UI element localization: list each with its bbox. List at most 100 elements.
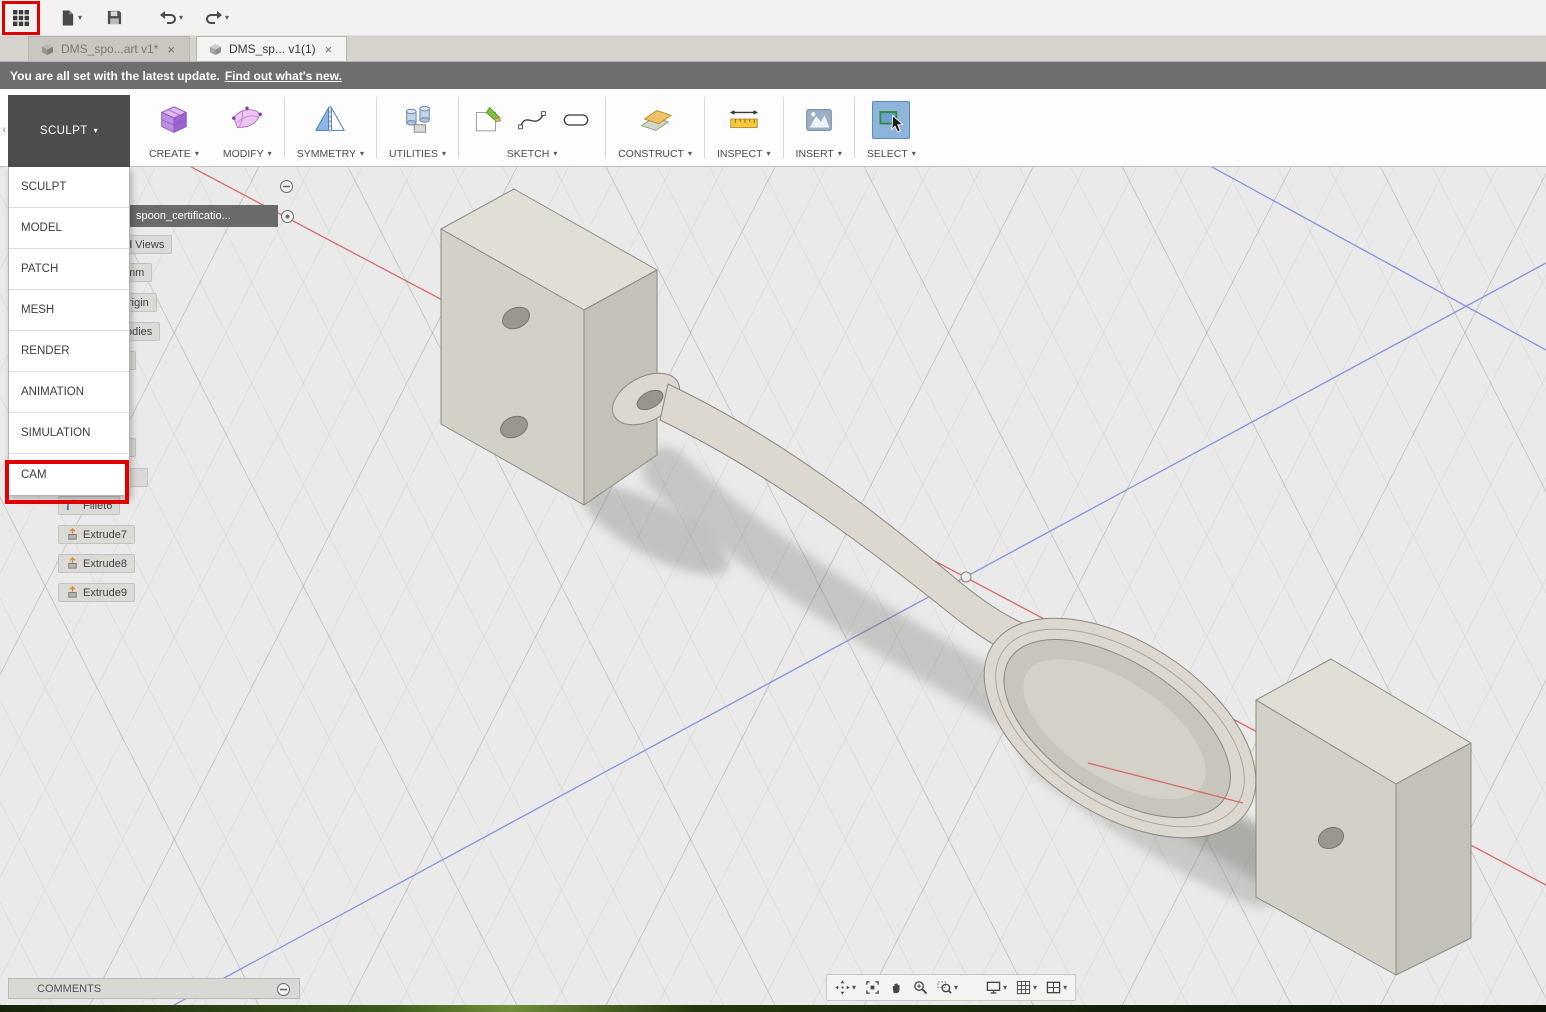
browser-item-extrude8[interactable]: Extrude8 [58,554,135,573]
viewports-button[interactable]: ▾ [1042,978,1071,997]
spoon-body[interactable] [604,363,1294,883]
display-settings-button[interactable]: ▾ [982,978,1011,997]
caret-down-icon: ▾ [268,150,272,158]
insert-icon[interactable] [800,101,838,139]
workspace-menu-item-patch[interactable]: PATCH [9,249,129,290]
create-icon[interactable] [155,101,193,139]
document-tab-1[interactable]: DMS_spo...art v1* × [28,36,190,61]
utilities-icon[interactable] [399,101,437,139]
comments-collapse-button[interactable] [276,982,291,1000]
whats-new-link[interactable]: Find out what's new. [225,69,342,83]
tab-label: DMS_spo...art v1* [61,42,158,56]
ribbon-group-label: SELECT [867,148,908,160]
caret-down-icon: ▾ [94,127,98,135]
menu-item-label: MODEL [21,222,62,234]
workspace-menu-item-render[interactable]: RENDER [9,331,129,372]
browser-item-label: Fillet6 [83,500,112,512]
zoom-button[interactable] [909,978,932,997]
extrude-icon [66,586,79,599]
browser-item-partial[interactable] [128,468,148,487]
pan-orbit-button[interactable]: ▾ [831,978,860,997]
fixture-block-1[interactable] [441,189,657,505]
ribbon-group-select[interactable]: SELECT▾ [855,89,928,166]
browser-item-fillet6[interactable]: Fillet6 [58,496,120,515]
comments-label: COMMENTS [37,983,101,995]
browser-collapse-button[interactable] [279,179,294,199]
browser-item-extrude7[interactable]: Extrude7 [58,525,135,544]
menu-item-label: SCULPT [21,181,66,193]
browser-item-label: Extrude8 [83,558,127,570]
ribbon-group-insert[interactable]: INSERT▾ [784,89,854,166]
document-cube-icon [41,43,54,56]
tab-close-icon[interactable]: × [323,42,335,57]
ribbon-group-label: INSPECT [717,148,763,160]
ribbon-group-construct[interactable]: CONSTRUCT▾ [606,89,704,166]
fit-view-button[interactable] [861,978,884,997]
file-icon [59,9,76,27]
utilities-cylinders-icon [401,103,435,137]
workspace-menu-item-animation[interactable]: ANIMATION [9,372,129,413]
workspace-menu-item-model[interactable]: MODEL [9,208,129,249]
minus-circle-icon [279,179,294,194]
ribbon-group-sketch[interactable]: SKETCH▾ [459,89,605,166]
sketch-slot-icon[interactable] [559,103,593,137]
undo-button[interactable]: ▾ [154,6,188,29]
select-icon[interactable] [872,101,910,139]
redo-button[interactable]: ▾ [200,6,234,29]
comments-bar[interactable]: COMMENTS [8,978,300,999]
ribbon-group-utilities[interactable]: UTILITIES▾ [377,89,458,166]
construct-icon[interactable] [636,101,674,139]
ribbon-group-inspect[interactable]: INSPECT▾ [705,89,783,166]
menu-item-label: MESH [21,304,54,316]
panel-collapse-arrow[interactable]: ‹ [0,124,9,136]
tab-label: DMS_sp... v1(1) [229,42,316,56]
extrude-icon [66,528,79,541]
workspace-switcher-button[interactable]: SCULPT ▾ [8,95,130,167]
fillet-icon [66,499,79,512]
update-banner-message: You are all set with the latest update. [10,69,220,83]
browser-visibility-button[interactable] [280,209,295,229]
update-banner: You are all set with the latest update. … [0,62,1546,89]
workspace-menu-item-simulation[interactable]: SIMULATION [9,413,129,454]
viewport-3d[interactable]: spoon_certificatio... d Views mm rigin o… [0,167,1546,1005]
taskbar-edge [0,1005,1546,1012]
ribbon-group-modify[interactable]: MODIFY ▾ [211,89,284,166]
construct-planes-icon [638,103,672,137]
caret-down-icon: ▾ [1063,984,1067,992]
hand-icon [889,980,904,995]
minus-circle-icon [276,982,291,997]
grid-major-blue-line [1150,167,1546,350]
modify-icon[interactable] [228,101,266,139]
browser-item-extrude9[interactable]: Extrude9 [58,583,135,602]
caret-down-icon: ▾ [838,150,842,158]
file-menu-button[interactable]: ▾ [54,5,87,31]
zoom-window-button[interactable]: ▾ [933,978,962,997]
browser-item-label: d Views [126,239,164,251]
ribbon-group-create[interactable]: CREATE▾ [137,89,211,166]
sketch-spline-icon[interactable] [515,103,549,137]
caret-down-icon: ▾ [360,150,364,158]
caret-down-icon: ▾ [1033,984,1037,992]
extrude-icon [66,557,79,570]
caret-down-icon: ▾ [195,150,199,158]
symmetry-icon[interactable] [311,101,349,139]
workspace-menu-item-cam[interactable]: CAM [9,454,129,495]
inspect-icon[interactable] [725,101,763,139]
tab-close-icon[interactable]: × [165,42,177,57]
undo-caret-icon: ▾ [179,14,183,22]
workspace-menu-item-mesh[interactable]: MESH [9,290,129,331]
browser-item-label: Extrude7 [83,529,127,541]
menu-item-label: PATCH [21,263,58,275]
app-launcher-grid-button[interactable] [6,4,36,32]
pan-hand-button[interactable] [885,978,908,997]
caret-down-icon: ▾ [1003,984,1007,992]
create-sketch-icon[interactable] [471,103,505,137]
workspace-menu-item-sculpt[interactable]: SCULPT [9,167,129,208]
ribbon-group-label: MODIFY [223,148,264,160]
fixture-block-2[interactable] [1256,659,1471,975]
save-button[interactable] [101,5,128,30]
ribbon-group-symmetry[interactable]: SYMMETRY▾ [285,89,376,166]
document-tab-2[interactable]: DMS_sp... v1(1) × [196,36,347,61]
quick-access-toolbar: ▾ ▾ ▾ [0,0,1546,36]
grid-settings-button[interactable]: ▾ [1012,978,1041,997]
